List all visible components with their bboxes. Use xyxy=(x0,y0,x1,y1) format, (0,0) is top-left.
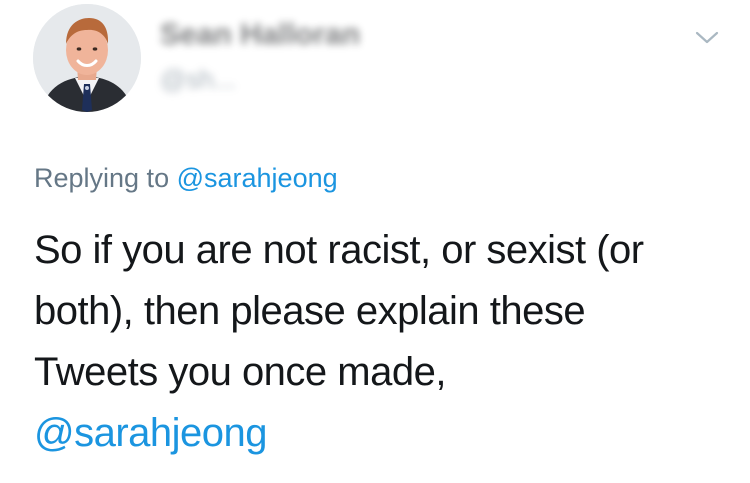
avatar[interactable] xyxy=(33,4,141,112)
tweet-card: Sean Halloran @sh... Replying to @sarahj… xyxy=(0,0,750,483)
tweet-mention-link[interactable]: @sarahjeong xyxy=(34,403,724,464)
author-name[interactable]: Sean Halloran xyxy=(160,18,360,52)
tweet-text-line: Tweets you once made, xyxy=(34,350,446,394)
tweet-text-line: both), then please explain these xyxy=(34,289,586,333)
replying-to-label: Replying to xyxy=(34,163,170,193)
replying-to-line: Replying to @sarahjeong xyxy=(34,163,338,194)
chevron-down-icon[interactable] xyxy=(694,28,720,48)
replying-to-mention-link[interactable]: @sarahjeong xyxy=(177,163,338,193)
tweet-text: So if you are not racist, or sexist (or … xyxy=(34,220,724,464)
author-handle[interactable]: @sh... xyxy=(160,64,236,95)
author-info[interactable]: Sean Halloran @sh... xyxy=(160,18,580,98)
tweet-text-line: So if you are not racist, or sexist (or xyxy=(34,228,644,272)
avatar-photo xyxy=(33,4,141,112)
